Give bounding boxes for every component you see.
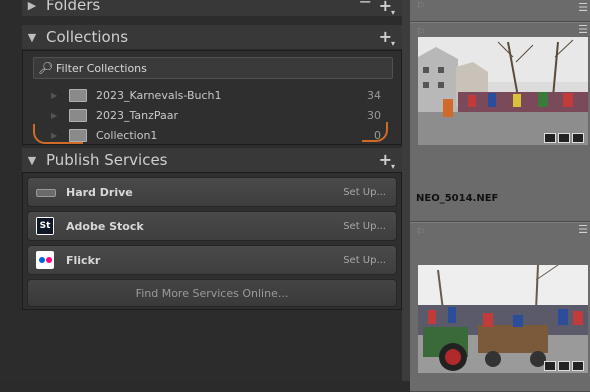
keyword-badge-icon[interactable] xyxy=(544,361,556,371)
find-more-services-button[interactable]: Find More Services Online... xyxy=(27,279,397,307)
hard-drive-icon xyxy=(36,189,56,197)
grid-cell[interactable]: ⚐ ☰ xyxy=(410,22,590,222)
expand-triangle-icon[interactable]: ▶ xyxy=(22,0,42,12)
collection-count: 30 xyxy=(367,108,381,122)
collection-item[interactable]: ▶ 2023_Karnevals-Buch1 34 xyxy=(23,85,401,105)
edit-badge-icon[interactable] xyxy=(572,133,584,143)
expand-arrow-icon[interactable]: ▶ xyxy=(51,91,57,100)
flickr-icon xyxy=(36,251,54,269)
collections-title: Collections xyxy=(46,28,129,46)
filter-collections-input[interactable] xyxy=(56,61,376,75)
thumbnail-badges xyxy=(544,361,584,371)
setup-link[interactable]: Set Up... xyxy=(343,187,386,198)
collection-name: 2023_TanzPaar xyxy=(96,108,179,122)
collections-panel-header[interactable]: ▼ Collections +▾ xyxy=(22,25,402,49)
parade-street-photo xyxy=(418,37,588,145)
panel-divider[interactable] xyxy=(402,0,410,381)
folders-title: Folders xyxy=(46,0,101,14)
keyword-badge-icon[interactable] xyxy=(544,133,556,143)
thumbnail-badges xyxy=(544,133,584,143)
collapse-triangle-icon[interactable]: ▼ xyxy=(22,31,42,44)
grid-cell[interactable]: ⚐ ☰ xyxy=(410,222,590,392)
flag-icon[interactable]: ⚐ xyxy=(416,227,425,238)
flickr-blue-dot xyxy=(39,257,45,263)
search-icon: 🔎︎ xyxy=(38,61,54,75)
collection-count: 34 xyxy=(367,88,381,102)
remove-folder-icon[interactable]: − xyxy=(359,0,372,11)
adobe-stock-icon: St xyxy=(36,217,54,235)
publish-service-hard-drive[interactable]: Hard Drive Set Up... xyxy=(27,177,397,207)
adobe-stock-icon-text: St xyxy=(37,218,53,234)
collection-badge-icon[interactable] xyxy=(558,133,570,143)
flag-icon[interactable]: ⚐ xyxy=(416,1,425,12)
collapse-triangle-icon[interactable]: ▼ xyxy=(22,154,42,167)
setup-link[interactable]: Set Up... xyxy=(343,255,386,266)
photo-thumbnail[interactable] xyxy=(418,37,588,145)
service-name: Adobe Stock xyxy=(66,219,144,233)
flickr-pink-dot xyxy=(46,257,52,263)
left-panel: ▶ Folders − +▾ ▼ Collections +▾ 🔎︎ ▶ 202… xyxy=(0,0,406,381)
collection-name: Collection1 xyxy=(96,128,158,142)
photo-filename: NEO_5014.NEF xyxy=(416,193,499,204)
publish-services-title: Publish Services xyxy=(46,151,168,169)
publish-services-panel-header[interactable]: ▼ Publish Services +▾ xyxy=(22,148,402,172)
filter-collections-box[interactable]: 🔎︎ xyxy=(33,57,393,79)
folders-panel-header[interactable]: ▶ Folders − +▾ xyxy=(22,0,402,17)
publish-service-adobe-stock[interactable]: St Adobe Stock Set Up... xyxy=(27,211,397,241)
expand-arrow-icon[interactable]: ▶ xyxy=(51,111,57,120)
photo-thumbnail[interactable] xyxy=(418,265,588,373)
add-collection-icon[interactable]: +▾ xyxy=(379,27,396,48)
service-name: Flickr xyxy=(66,253,101,267)
add-folder-icon[interactable]: +▾ xyxy=(379,0,396,17)
collection-item[interactable]: ▶ 2023_TanzPaar 30 xyxy=(23,105,401,125)
photo-grid: ⚐ ☰ ⚐ ☰ ⚐ ☰ xyxy=(410,0,590,392)
collection-icon xyxy=(69,89,87,102)
collection-icon xyxy=(69,109,87,122)
edit-badge-icon[interactable] xyxy=(572,361,584,371)
publish-services-list: Hard Drive Set Up... St Adobe Stock Set … xyxy=(22,172,402,310)
menu-icon[interactable]: ☰ xyxy=(578,1,588,14)
add-publish-service-icon[interactable]: +▾ xyxy=(379,150,396,171)
parade-tractor-photo xyxy=(418,265,588,373)
collection-name: 2023_Karnevals-Buch1 xyxy=(96,88,222,102)
menu-icon[interactable]: ☰ xyxy=(578,223,588,236)
setup-link[interactable]: Set Up... xyxy=(343,221,386,232)
menu-icon[interactable]: ☰ xyxy=(578,23,588,36)
service-name: Hard Drive xyxy=(66,185,133,199)
publish-service-flickr[interactable]: Flickr Set Up... xyxy=(27,245,397,275)
collection-badge-icon[interactable] xyxy=(558,361,570,371)
annotation-mark xyxy=(33,124,83,144)
grid-cell[interactable]: ⚐ ☰ xyxy=(410,0,590,22)
